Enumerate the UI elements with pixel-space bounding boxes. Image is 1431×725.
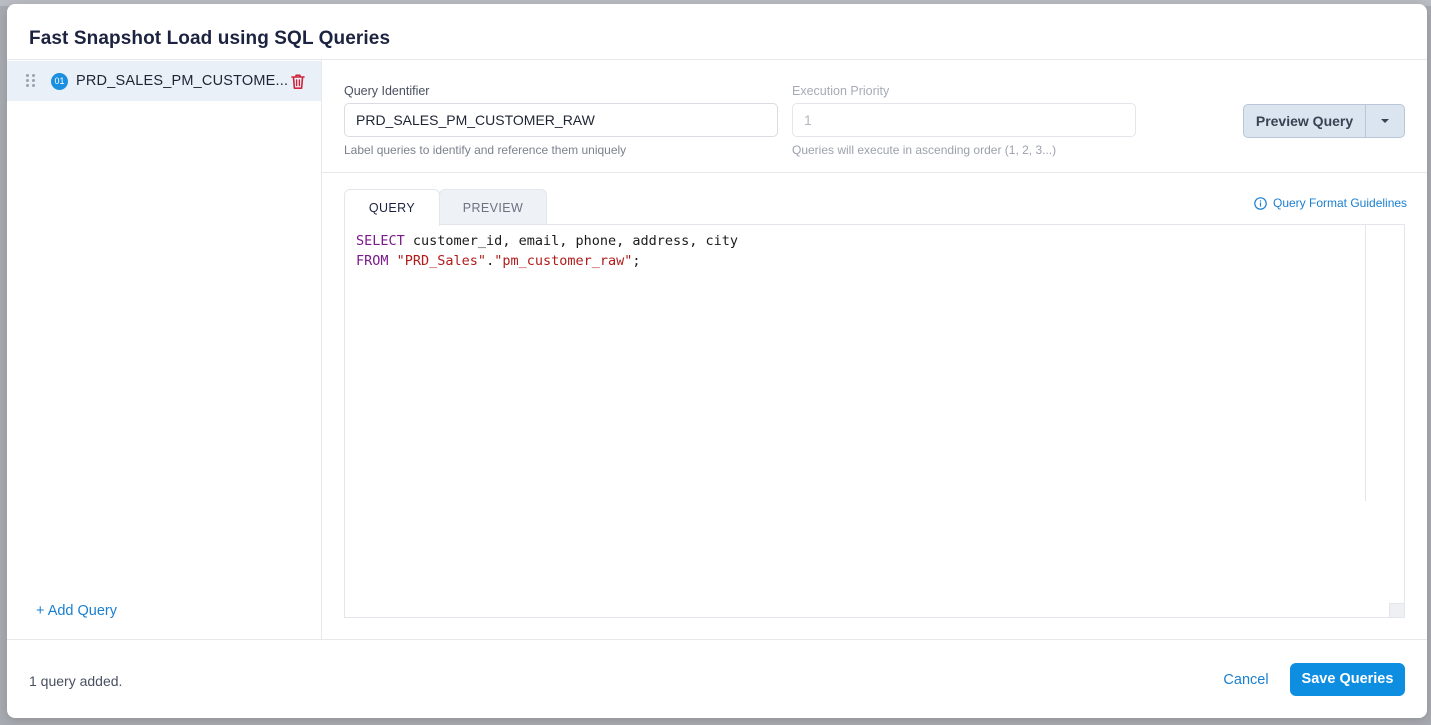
guidelines-label: Query Format Guidelines — [1273, 196, 1408, 210]
preview-query-button[interactable]: Preview Query — [1244, 105, 1366, 137]
info-icon — [1254, 196, 1267, 210]
section-divider — [322, 172, 1427, 173]
sql-text: . — [486, 252, 495, 269]
drag-handle-icon[interactable] — [26, 74, 36, 88]
query-identifier-help: Label queries to identify and reference … — [344, 143, 627, 157]
execution-priority-help: Queries will execute in ascending order … — [792, 143, 1057, 157]
modal-title: Fast Snapshot Load using SQL Queries — [29, 28, 391, 49]
query-number-badge: 01 — [51, 73, 68, 90]
query-count-status: 1 query added. — [29, 673, 123, 689]
query-list-item[interactable]: 01 PRD_SALES_PM_CUSTOME... — [7, 61, 321, 101]
query-list-sidebar: 01 PRD_SALES_PM_CUSTOME... + Add Query — [7, 60, 322, 639]
tab-preview[interactable]: PREVIEW — [439, 189, 547, 225]
sql-queries-modal: Fast Snapshot Load using SQL Queries 01 … — [7, 4, 1427, 718]
sql-keyword: SELECT — [356, 233, 405, 249]
sql-string: "PRD_Sales" — [396, 252, 487, 269]
query-identifier-label: Query Identifier — [344, 84, 430, 98]
query-identifier-input[interactable] — [344, 103, 778, 137]
execution-priority-input — [792, 103, 1136, 137]
query-format-guidelines-link[interactable]: Query Format Guidelines — [1254, 196, 1407, 210]
sql-keyword: FROM — [356, 252, 389, 269]
sql-editor[interactable]: SELECT customer_id, email, phone, addres… — [344, 224, 1405, 618]
trash-icon[interactable] — [290, 73, 306, 90]
sql-code: SELECT customer_id, email, phone, addres… — [356, 232, 738, 271]
sql-text: ; — [632, 252, 641, 269]
query-item-label: PRD_SALES_PM_CUSTOME... — [76, 73, 289, 89]
modal-header: Fast Snapshot Load using SQL Queries — [7, 4, 1427, 60]
caret-down-icon[interactable] — [1366, 105, 1404, 137]
tab-query[interactable]: QUERY — [344, 189, 440, 226]
save-queries-button[interactable]: Save Queries — [1290, 663, 1405, 696]
sql-string: "pm_customer_raw" — [494, 252, 633, 269]
editor-gutter-line — [1365, 225, 1366, 501]
execution-priority-label: Execution Priority — [792, 84, 890, 98]
editor-resize-handle[interactable] — [1389, 603, 1404, 617]
preview-query-split-button: Preview Query — [1243, 104, 1405, 138]
sql-text: customer_id, email, phone, address, city — [404, 233, 739, 249]
add-query-button[interactable]: + Add Query — [36, 603, 117, 619]
modal-footer: 1 query added. Cancel Save Queries — [7, 639, 1427, 718]
cancel-button[interactable]: Cancel — [1213, 664, 1279, 696]
